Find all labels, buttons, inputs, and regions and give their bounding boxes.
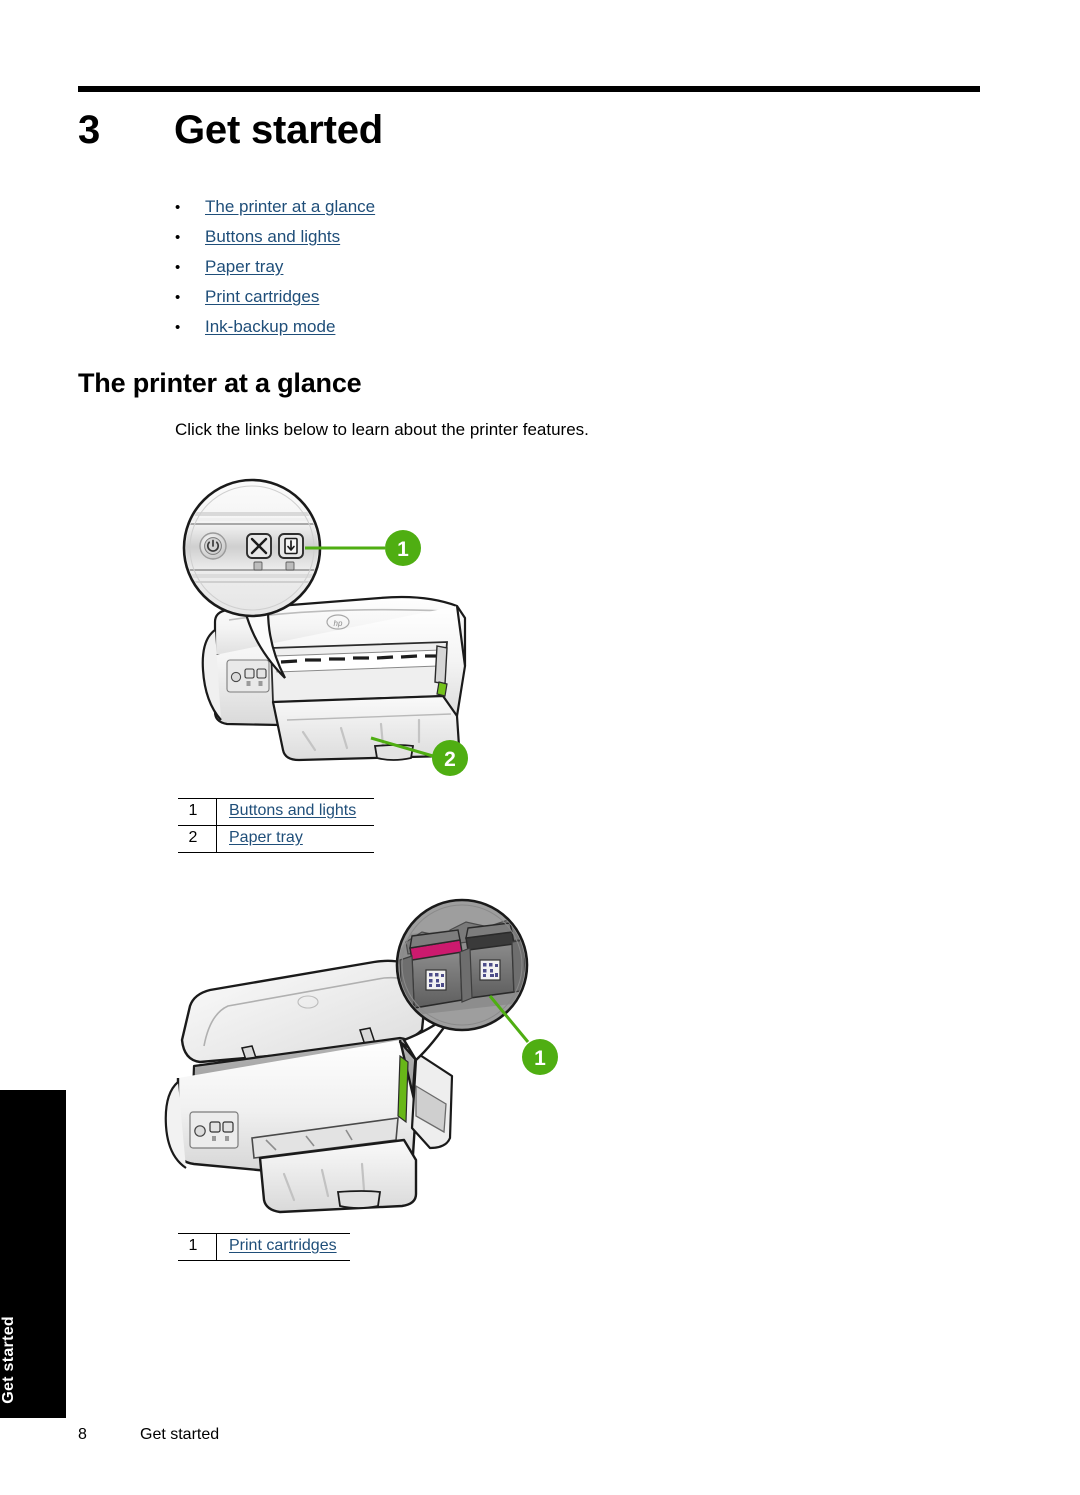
chapter-title-row: 3 Get started: [78, 104, 978, 166]
toc-link[interactable]: The printer at a glance: [205, 192, 375, 222]
figure-printer-open: 1: [160, 890, 580, 1220]
printer-open-control-panel: [189, 1111, 239, 1149]
toc-item-ink-backup-mode[interactable]: • Ink-backup mode: [175, 312, 695, 342]
toc-link[interactable]: Print cartridges: [205, 282, 319, 312]
black-cartridge: [465, 922, 515, 999]
legend-link-buttons-and-lights[interactable]: Buttons and lights: [229, 802, 356, 819]
power-icon: [199, 532, 227, 560]
table-row[interactable]: 1 Buttons and lights: [178, 798, 374, 826]
callout-number: 1: [534, 1047, 546, 1070]
printer-front-illustration: hp 1 2: [182, 478, 468, 776]
footer-chapter-label: Get started: [140, 1426, 220, 1443]
cancel-icon: [246, 533, 272, 559]
bullet-icon: •: [175, 289, 181, 306]
chapter-side-tab: Get started: [0, 1090, 66, 1418]
bullet-icon: •: [175, 319, 181, 336]
callout-number: 1: [397, 538, 409, 561]
footer-page-number: 8: [78, 1426, 87, 1443]
legend-number: 1: [178, 798, 217, 826]
bullet-icon: •: [175, 199, 181, 216]
section-intro-text: Click the links below to learn about the…: [175, 420, 589, 439]
chapter-number: 3: [78, 108, 101, 152]
bullet-icon: •: [175, 259, 181, 276]
svg-text:hp: hp: [334, 619, 343, 628]
legend-link-print-cartridges[interactable]: Print cartridges: [229, 1237, 337, 1254]
toc-link[interactable]: Buttons and lights: [205, 222, 340, 252]
chapter-toc-list: • The printer at a glance • Buttons and …: [175, 192, 695, 342]
legend-table-front: 1 Buttons and lights 2 Paper tray: [178, 798, 374, 853]
toc-link[interactable]: Paper tray: [205, 252, 283, 282]
legend-number: 2: [178, 825, 217, 853]
printer-body: hp: [201, 595, 467, 762]
callout-badge-1: 1: [522, 1039, 558, 1075]
table-row[interactable]: 2 Paper tray: [178, 825, 374, 853]
tri-color-cartridge: [409, 929, 463, 1009]
side-tab-label: Get started: [0, 1316, 17, 1404]
table-row[interactable]: 1 Print cartridges: [178, 1233, 350, 1261]
bullet-icon: •: [175, 229, 181, 246]
chapter-title: Get started: [174, 108, 383, 152]
printer-body-control-panel: [226, 659, 270, 693]
legend-number: 1: [178, 1233, 217, 1261]
toc-item-paper-tray[interactable]: • Paper tray: [175, 252, 695, 282]
callout-number: 2: [444, 748, 456, 771]
callout-badge-2: 2: [432, 740, 468, 776]
toc-item-buttons-and-lights[interactable]: • Buttons and lights: [175, 222, 695, 252]
resume-icon: [278, 533, 304, 559]
callout-badge-1: 1: [385, 530, 421, 566]
chapter-rule: [78, 86, 980, 92]
toc-link[interactable]: Ink-backup mode: [205, 312, 335, 342]
section-heading: The printer at a glance: [78, 368, 362, 398]
printer-open-illustration: 1: [164, 898, 558, 1214]
print-cartridge-magnifier: [395, 898, 529, 1032]
legend-table-open: 1 Print cartridges: [178, 1233, 350, 1261]
figure-printer-front: hp 1 2: [175, 470, 505, 790]
toc-item-print-cartridges[interactable]: • Print cartridges: [175, 282, 695, 312]
legend-link-paper-tray[interactable]: Paper tray: [229, 829, 303, 846]
toc-item-printer-at-a-glance[interactable]: • The printer at a glance: [175, 192, 695, 222]
